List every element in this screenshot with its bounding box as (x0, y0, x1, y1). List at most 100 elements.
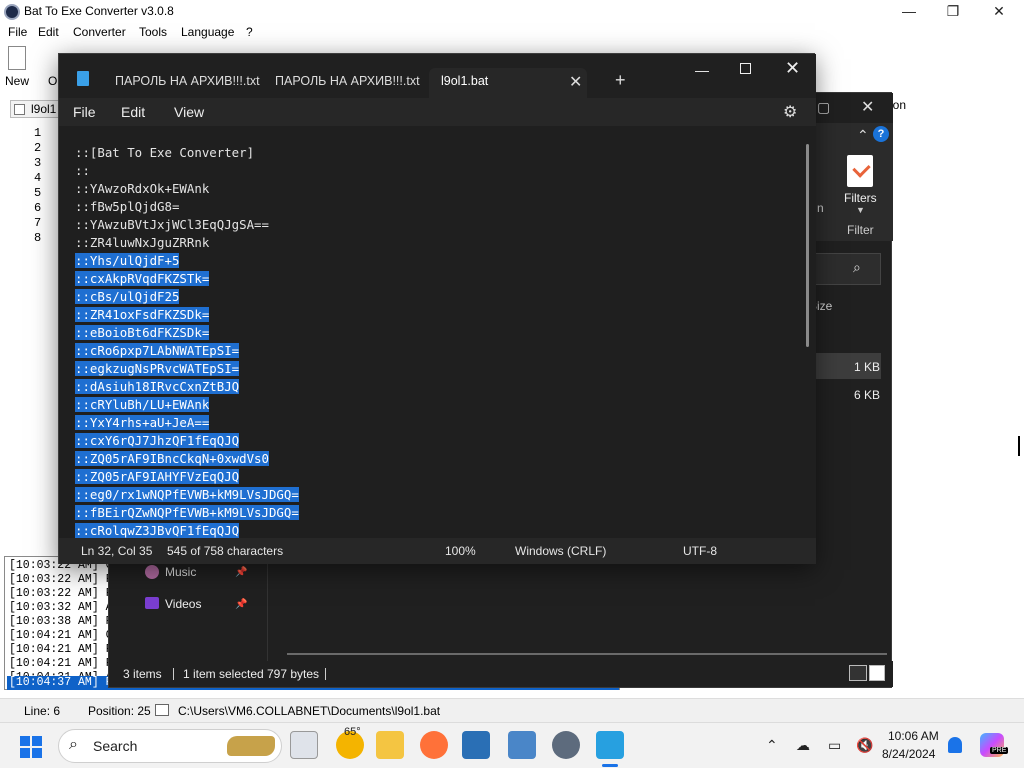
weather-temperature: 65° (344, 726, 361, 738)
text-line-selected[interactable]: ::cxY6rQJ7JhzQF1fEqQJQ (75, 432, 299, 450)
new-button-label[interactable]: New (5, 74, 29, 88)
line-ending[interactable]: Windows (CRLF) (515, 544, 606, 558)
music-icon (145, 565, 159, 579)
pin-icon[interactable]: 📌 (235, 599, 247, 610)
text-line[interactable]: ::YAwzuBVtJxjWCl3EqQJgSA== (75, 216, 299, 234)
text-line-selected[interactable]: ::ZQ05rAF9IBncCkqN+0xwdVs0 (75, 450, 299, 468)
encoding[interactable]: UTF-8 (683, 544, 717, 558)
close-tab-icon[interactable]: ✕ (569, 72, 582, 92)
tiles-view-icon[interactable] (869, 665, 885, 681)
settings-icon[interactable] (552, 731, 580, 759)
app-menu-language[interactable]: Language (181, 25, 234, 39)
notepad-icon[interactable] (596, 731, 624, 759)
text-line-content: ::ZQ05rAF9IAHYFVzEqQJQ (75, 469, 240, 484)
pin-icon[interactable]: 📌 (235, 567, 247, 578)
network-off-icon[interactable]: ☁ (796, 737, 810, 754)
filters-icon[interactable] (847, 155, 873, 187)
text-line-selected[interactable]: ::dAsiuh18IRvcCxnZtBJQ (75, 378, 299, 396)
details-view-icon[interactable] (849, 665, 867, 681)
tab-label: ПАРОЛЬ НА АРХИВ!!!.txt (275, 74, 420, 88)
gear-icon[interactable]: ⚙ (783, 102, 797, 122)
app-menu-help[interactable]: ? (246, 25, 253, 39)
text-line-selected[interactable]: ::fBEirQZwNQPfEVWB+kM9LVsJDGQ= (75, 504, 299, 522)
nav-item-music[interactable]: Music (165, 565, 196, 579)
chevron-up-icon[interactable]: ⌃ (766, 737, 778, 754)
document-tab[interactable]: l9ol1 (10, 100, 62, 118)
text-line-selected[interactable]: ::cRolqwZ3JBvQF1fEqQJQ (75, 522, 299, 538)
tab-l9ol1-bat[interactable]: l9ol1.bat (429, 68, 587, 98)
explorer-restore-button[interactable]: ▢ (817, 99, 830, 116)
tab-password-file-1[interactable]: ПАРОЛЬ НА АРХИВ!!!.txt (111, 68, 260, 98)
new-file-icon[interactable] (8, 46, 26, 70)
text-line[interactable]: ::[Bat To Exe Converter] (75, 144, 299, 162)
app-menu-tools[interactable]: Tools (139, 25, 167, 39)
windows-start-icon[interactable] (20, 736, 42, 758)
vm-icon[interactable] (508, 731, 536, 759)
text-line-selected[interactable]: ::egkzugNsPRvcWATEpSI= (75, 360, 299, 378)
line-number: 4 (34, 171, 42, 185)
help-icon[interactable]: ? (873, 126, 889, 142)
volume-muted-icon[interactable]: 🔇 (856, 737, 873, 754)
text-line-content: ::cxY6rQJ7JhzQF1fEqQJQ (75, 433, 240, 448)
character-count: 545 of 758 characters (167, 544, 284, 558)
zoom-level[interactable]: 100% (445, 544, 476, 558)
text-line-selected[interactable]: ::cBs/ulQjdF25 (75, 288, 299, 306)
text-line-selected[interactable]: ::cRo6pxp7LAbNWATEpSI= (75, 342, 299, 360)
text-line[interactable]: ::fBw5plQjdG8= (75, 198, 299, 216)
file-size: 6 KB (854, 388, 881, 402)
app-minimize-button[interactable]: — (886, 0, 932, 24)
status-file-path: C:\Users\VM6.COLLABNET\Documents\l9ol1.b… (178, 704, 441, 718)
app-restore-button[interactable]: ❐ (930, 0, 976, 24)
text-line[interactable]: :: (75, 162, 299, 180)
virtualbox-icon[interactable] (462, 731, 490, 759)
notification-bell-icon[interactable] (948, 737, 962, 753)
task-view-icon[interactable] (290, 731, 318, 759)
explorer-close-button[interactable]: ✕ (861, 97, 874, 117)
text-line-selected[interactable]: ::eBoioBt6dFKZSDk= (75, 324, 299, 342)
text-line[interactable]: ::YAwzoRdxOk+EWAnk (75, 180, 299, 198)
app-menu-converter[interactable]: Converter (73, 25, 126, 39)
app-menu-file[interactable]: File (8, 25, 27, 39)
text-line-selected[interactable]: ::YxY4rhs+aU+JeA== (75, 414, 299, 432)
text-line-content: ::cRo6pxp7LAbNWATEpSI= (75, 343, 240, 358)
status-position: Position: 25 (88, 704, 151, 718)
text-line-content: ::cRolqwZ3JBvQF1fEqQJQ (75, 523, 240, 538)
clock-time[interactable]: 10:06 AM (888, 729, 939, 743)
taskbar-search-box[interactable]: ⌕ Search (58, 729, 282, 763)
firefox-icon[interactable] (420, 731, 448, 759)
notepad-text-area[interactable]: ::[Bat To Exe Converter]::::YAwzoRdxOk+E… (59, 126, 816, 538)
clock-date[interactable]: 8/24/2024 (882, 747, 935, 761)
new-tab-icon[interactable]: + (615, 70, 626, 91)
text-line[interactable]: ::ZR4luwNxJguZRRnk (75, 234, 299, 252)
text-line-selected[interactable]: ::cRYluBh/LU+EWAnk (75, 396, 299, 414)
notepad-menu-file[interactable]: File (73, 104, 96, 120)
notepad-menu-edit[interactable]: Edit (121, 104, 145, 120)
display-icon[interactable]: ▭ (828, 737, 841, 754)
filters-label[interactable]: Filters (844, 191, 877, 205)
vertical-scrollbar[interactable] (806, 144, 809, 347)
horizontal-scrollbar[interactable] (287, 653, 887, 655)
search-icon[interactable]: ⌕ (853, 259, 861, 276)
copilot-icon[interactable]: PRE (980, 733, 1009, 757)
app-title: Bat To Exe Converter v3.0.8 (24, 4, 174, 18)
text-line-content: ::egkzugNsPRvcWATEpSI= (75, 361, 240, 376)
notepad-close-button[interactable]: ✕ (785, 58, 800, 79)
text-line-selected[interactable]: ::Yhs/ulQjdF+5 (75, 252, 299, 270)
notepad-maximize-button[interactable] (740, 63, 751, 74)
tab-password-file-2[interactable]: ПАРОЛЬ НА АРХИВ!!!.txt (271, 68, 420, 98)
text-line-selected[interactable]: ::cxAkpRVqdFKZSTk= (75, 270, 299, 288)
text-line-selected[interactable]: ::eg0/rx1wNQPfEVWB+kM9LVsJDGQ= (75, 486, 299, 504)
app-menu-edit[interactable]: Edit (38, 25, 59, 39)
text-line-selected[interactable]: ::ZQ05rAF9IAHYFVzEqQJQ (75, 468, 299, 486)
collapse-ribbon-icon[interactable]: ⌃ (857, 127, 869, 144)
nav-item-videos[interactable]: Videos (165, 597, 201, 611)
open-button-label[interactable]: O (48, 74, 57, 88)
text-line-selected[interactable]: ::ZR41oxFsdFKZSDk= (75, 306, 299, 324)
explorer-search-input[interactable] (809, 253, 881, 285)
chevron-down-icon[interactable]: ▼ (856, 205, 865, 215)
notepad-minimize-button[interactable]: — (695, 62, 709, 78)
notepad-menu-bar: File Edit View ⚙ (59, 98, 816, 126)
app-close-button[interactable]: ✕ (976, 0, 1022, 24)
notepad-menu-view[interactable]: View (174, 104, 204, 120)
file-explorer-icon[interactable] (376, 731, 404, 759)
